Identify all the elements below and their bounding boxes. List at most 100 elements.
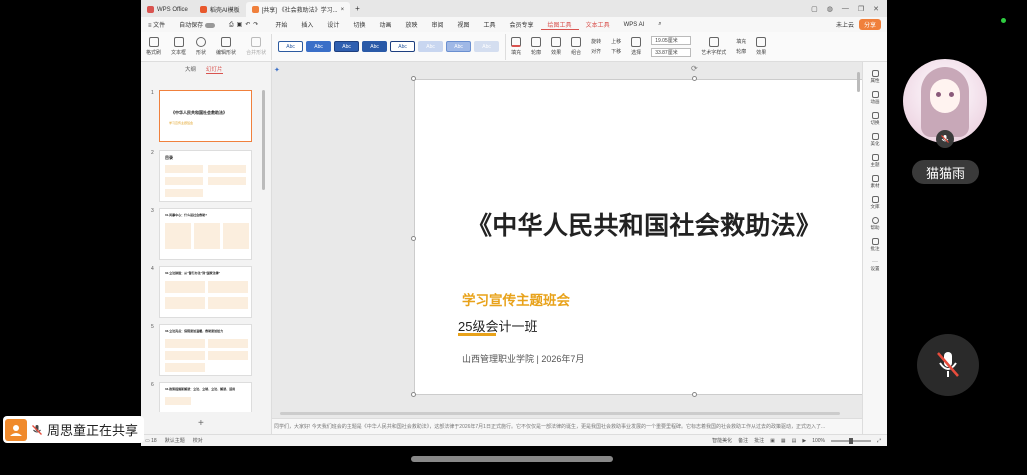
menu-item-insert[interactable]: 插入 — [294, 20, 320, 29]
text-outline-button[interactable]: 轮廓 — [736, 48, 746, 55]
menu-item-start[interactable]: 开始 — [268, 20, 294, 29]
rotate-handle-icon[interactable]: ⟳ — [691, 64, 698, 73]
group-button[interactable]: 组合 — [566, 37, 586, 56]
shape-style[interactable]: Abc — [446, 41, 472, 52]
menu-item-view[interactable]: 视图 — [451, 20, 477, 29]
height-input[interactable]: 19.05厘米 — [651, 36, 692, 45]
close-tab-icon[interactable]: × — [341, 7, 345, 13]
tab-wps-office[interactable]: WPS Office — [141, 2, 194, 17]
sidebar-item-settings[interactable]: ··· 设置 — [871, 259, 880, 272]
resize-handle[interactable] — [411, 392, 416, 397]
proof-button[interactable]: 校对 — [193, 437, 203, 444]
close-icon[interactable]: ✕ — [873, 5, 879, 13]
shape-style[interactable]: Abc — [334, 41, 360, 52]
text-effect-button[interactable]: 效果 — [751, 37, 771, 56]
menu-item-text-tools[interactable]: 文本工具 — [579, 20, 617, 29]
slide-subtitle[interactable]: 学习宣传主题班会 — [462, 289, 570, 309]
play-icon[interactable]: ▶ — [802, 438, 806, 444]
art-text-style-button[interactable]: 艺术字样式 — [696, 37, 731, 56]
align-button[interactable]: 对齐 — [591, 48, 601, 55]
shape-button[interactable]: 形状 — [191, 37, 211, 56]
notes-pane[interactable]: 同学们，大家好! 今天我们班会的主题是《中华人民共和国社会救助法》，这部法律于2… — [272, 418, 862, 434]
slide-thumbnail[interactable]: 4 02.立法脉络：从“暂行办法”到“国家法律” — [149, 266, 259, 318]
menu-item-wps-ai[interactable]: WPS AI — [617, 22, 652, 28]
outline-button[interactable]: 轮廓 — [526, 37, 546, 56]
sidebar-item-transition[interactable]: 切换 — [871, 112, 880, 126]
comments-toggle[interactable]: 批注 — [754, 437, 764, 444]
slide-school-date[interactable]: 山西管理职业学院 | 2026年7月 — [462, 352, 584, 365]
autosave-toggle[interactable]: 自动保存 — [172, 20, 222, 29]
menu-item-transition[interactable]: 切换 — [346, 20, 372, 29]
menu-item-review[interactable]: 审阅 — [424, 20, 450, 29]
width-input[interactable]: 33.87厘米 — [651, 48, 692, 57]
edit-shape-button[interactable]: 编辑形状 — [211, 37, 241, 56]
layout-icon[interactable]: ▢ — [811, 5, 818, 13]
shape-style[interactable]: Abc — [390, 41, 416, 52]
fill-button[interactable]: 填充 — [506, 37, 526, 56]
menu-item-member[interactable]: 会员专享 — [503, 20, 541, 29]
rotate-button[interactable]: 旋转 — [591, 38, 601, 45]
format-painter-button[interactable]: 格式刷 — [141, 37, 166, 56]
merge-shape-button[interactable]: 合并形状 — [241, 37, 271, 56]
add-slide-button[interactable]: + — [198, 418, 204, 429]
cloud-status[interactable]: 未上云 — [836, 20, 854, 29]
tab-document[interactable]: [共享] 《社会救助法》学习... × — [245, 2, 351, 17]
slide-thumbnail[interactable]: 2 目录 — [149, 150, 259, 202]
view-reading-icon[interactable]: ▤ — [792, 438, 797, 444]
canvas-vscroll[interactable] — [857, 72, 860, 92]
menu-item-drawing-tools[interactable]: 绘图工具 — [540, 20, 579, 30]
minimize-icon[interactable]: — — [842, 5, 849, 13]
send-backward-button[interactable]: 下移 — [611, 48, 621, 55]
fit-window-icon[interactable]: ⤢ — [877, 438, 881, 444]
slide-title[interactable]: 《中华人民共和国社会救助法》 — [467, 206, 887, 242]
view-sorter-icon[interactable]: ▦ — [781, 438, 786, 444]
canvas-hscroll[interactable] — [280, 412, 840, 415]
share-button[interactable]: 分享 — [858, 19, 881, 30]
sidebar-item-animation[interactable]: 动画 — [871, 91, 880, 105]
maximize-icon[interactable]: ❐ — [858, 5, 864, 13]
view-normal-icon[interactable]: ▣ — [770, 438, 775, 444]
shape-style[interactable]: Abc — [418, 41, 444, 52]
shape-style[interactable]: Abc — [362, 41, 388, 52]
menu-item-slideshow[interactable]: 放映 — [398, 20, 424, 29]
slide-thumbnail[interactable]: 5 03.立法亮点：保障更加温暖，救助更加给力 — [149, 324, 259, 376]
sidebar-item-properties[interactable]: 属性 — [871, 70, 880, 84]
sidebar-item-comments[interactable]: 批注 — [871, 238, 880, 252]
text-fill-button[interactable]: 填充 — [736, 38, 746, 45]
slide-thumbnail[interactable]: 1 《中华人民共和国社会救助法》 学习宣传主题班会 — [149, 90, 259, 142]
notes-toggle[interactable]: 备注 — [738, 437, 748, 444]
file-menu[interactable]: ≡ 文件 — [141, 20, 172, 29]
shape-style[interactable]: Abc — [306, 41, 332, 52]
theme-name[interactable]: 默认主题 — [165, 437, 185, 444]
select-button[interactable]: 选择 — [626, 37, 646, 56]
resize-handle[interactable] — [411, 76, 416, 81]
slide-thumbnail[interactable]: 3 01.风暴中心：什么是社会救助? — [149, 208, 259, 260]
mic-toggle-button[interactable] — [917, 334, 979, 396]
menu-item-design[interactable]: 设计 — [320, 20, 346, 29]
sidebar-item-assets[interactable]: 素材 — [871, 175, 880, 189]
resize-handle[interactable] — [411, 236, 416, 241]
tab-docer[interactable]: 稻壳AI模板 — [194, 2, 246, 17]
slide-thumbnail[interactable]: 6 04.政策措施新解读：立法、立制、立法、解读、适用 — [149, 382, 259, 412]
ai-assist-icon[interactable]: ✦ — [274, 66, 280, 74]
user-icon[interactable]: ◍ — [827, 5, 833, 13]
quick-tools[interactable]: ⎙▣↶↷ — [222, 21, 269, 29]
new-tab-button[interactable]: + — [350, 4, 365, 13]
sidebar-item-theme[interactable]: 主题 — [871, 154, 880, 168]
sidebar-item-beautify[interactable]: 美化 — [871, 133, 880, 147]
textbox-button[interactable]: 文本框 — [166, 37, 191, 56]
tab-outline[interactable]: 大纲 — [185, 65, 196, 73]
zoom-slider[interactable] — [830, 437, 871, 444]
bring-forward-button[interactable]: 上移 — [611, 38, 621, 45]
zoom-level[interactable]: 100% — [812, 438, 825, 444]
resize-handle[interactable] — [692, 392, 697, 397]
shape-style[interactable]: Abc — [278, 41, 304, 52]
effect-button[interactable]: 效果 — [546, 37, 566, 56]
slide[interactable]: 《中华人民共和国社会救助法》 学习宣传主题班会 25级会计一班 山西管理职业学院… — [414, 79, 887, 395]
menu-item-tools[interactable]: 工具 — [477, 20, 503, 29]
tab-slides[interactable]: 幻灯片 — [206, 65, 223, 74]
thumb-scrollbar[interactable] — [262, 90, 265, 190]
sidebar-item-help[interactable]: 帮助 — [871, 217, 880, 231]
sidebar-item-library[interactable]: 文库 — [871, 196, 880, 210]
smart-beautify-button[interactable]: 智能美化 — [712, 437, 732, 444]
